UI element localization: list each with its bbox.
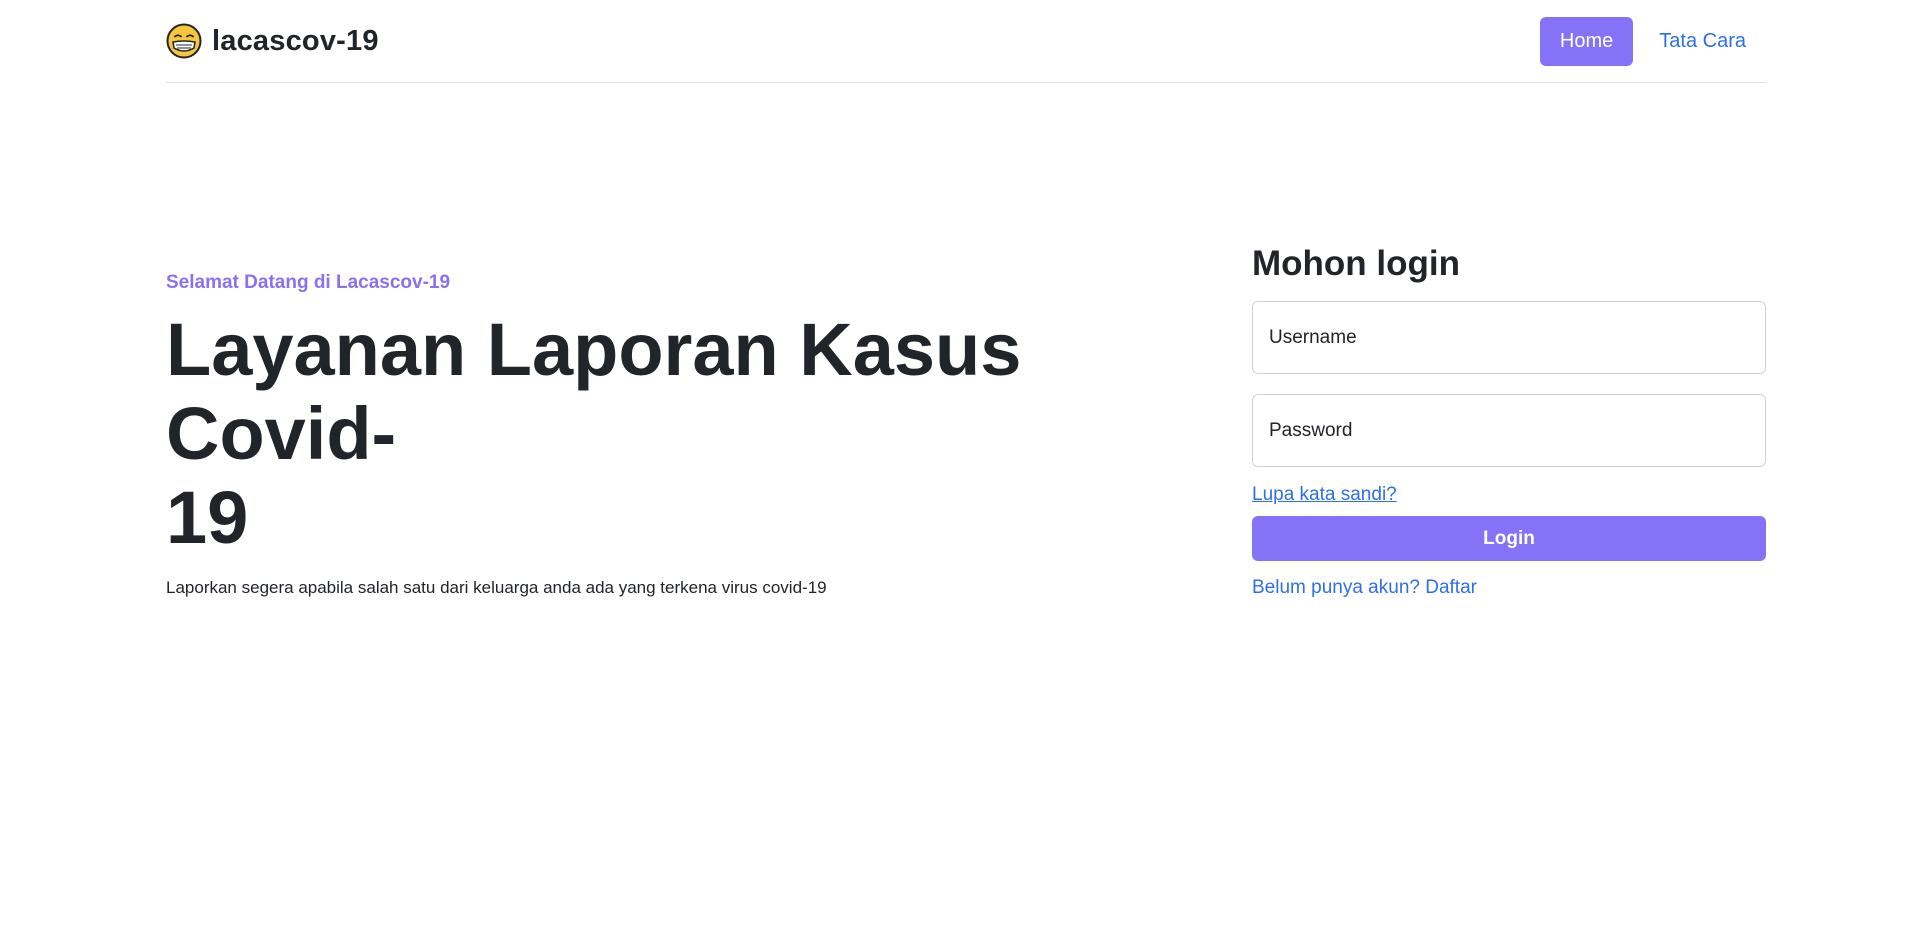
brand-name: lacascov-19 [212, 24, 379, 57]
hero-title: Layanan Laporan Kasus Covid- 19 [166, 308, 1186, 560]
face-with-mask-icon [166, 23, 202, 59]
main-nav: Home Tata Cara [1539, 16, 1766, 66]
register-link[interactable]: Belum punya akun? Daftar [1252, 577, 1477, 599]
username-input[interactable] [1252, 301, 1766, 374]
login-title: Mohon login [1252, 244, 1460, 283]
brand-link[interactable]: lacascov-19 [166, 23, 379, 59]
nav-guide-link[interactable]: Tata Cara [1639, 17, 1766, 66]
hero-description: Laporkan segera apabila salah satu dari … [166, 578, 827, 597]
nav-home-link[interactable]: Home [1539, 16, 1634, 66]
forgot-password-link[interactable]: Lupa kata sandi? [1252, 484, 1397, 506]
login-button[interactable]: Login [1252, 516, 1766, 561]
login-form: Mohon login Lupa kata sandi? Login Belum… [1252, 244, 1766, 599]
top-navbar: lacascov-19 Home Tata Cara [166, 0, 1766, 83]
password-input[interactable] [1252, 394, 1766, 467]
hero-title-line1: Layanan Laporan Kasus Covid- [166, 308, 1022, 475]
welcome-text: Selamat Datang di Lacascov-19 [166, 272, 451, 293]
page-container: lacascov-19 Home Tata Cara Selamat Datan… [166, 0, 1766, 598]
hero-title-line2: 19 [166, 476, 249, 559]
hero-section: Selamat Datang di Lacascov-19 Layanan La… [166, 272, 1186, 598]
